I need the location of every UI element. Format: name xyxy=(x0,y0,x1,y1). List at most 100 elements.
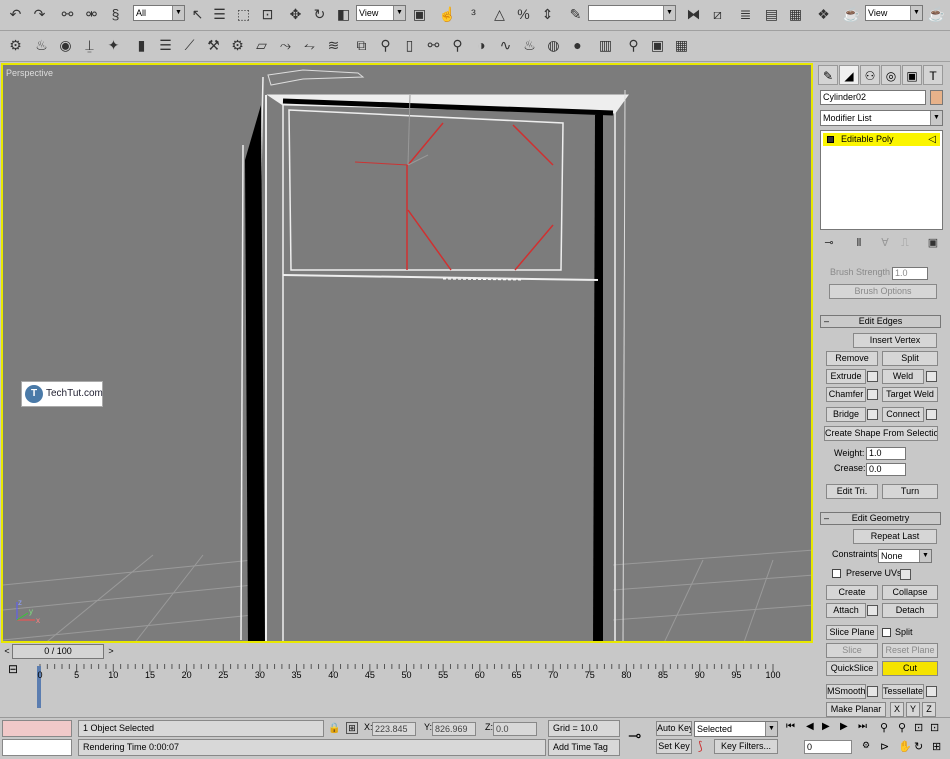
skin-icon[interactable]: ⚲ xyxy=(376,36,395,55)
angle-snap-icon[interactable]: △ xyxy=(490,5,509,24)
preserve-uvs-checkbox[interactable] xyxy=(832,569,841,578)
split-checkbox[interactable] xyxy=(882,628,891,637)
zoom-icon[interactable]: ⚲ xyxy=(880,721,888,734)
crease-spinner[interactable]: 0.0 xyxy=(866,463,906,476)
reset-plane-button[interactable]: Reset Plane xyxy=(882,643,938,658)
zoom-all-icon[interactable]: ⚲ xyxy=(898,721,906,734)
utilities-tab-icon[interactable]: T xyxy=(923,65,943,85)
object-name-field[interactable]: Cylinder02 xyxy=(820,90,926,105)
select-scale-icon[interactable]: ◧ xyxy=(334,5,353,24)
maximize-viewport-icon[interactable]: ⊞ xyxy=(932,740,941,753)
weld-settings-icon[interactable] xyxy=(926,371,937,382)
absolute-mode-icon[interactable]: ⊞ xyxy=(346,722,358,734)
goto-start-icon[interactable]: ⏮ xyxy=(786,721,795,732)
morph-icon[interactable]: ◑ xyxy=(472,36,491,55)
stack-item-editable-poly[interactable]: Editable Poly ◁ xyxy=(823,133,940,146)
extrude-settings-icon[interactable] xyxy=(867,371,878,382)
time-slider-next[interactable]: > xyxy=(106,644,116,659)
make-planar-button[interactable]: Make Planar xyxy=(826,702,886,717)
selection-filter-dropdown[interactable]: All ▼ xyxy=(133,5,185,21)
chamfer-settings-icon[interactable] xyxy=(867,389,878,400)
create-shape-button[interactable]: Create Shape From Selection xyxy=(824,426,938,441)
motion-tab-icon[interactable]: ◎ xyxy=(881,65,901,85)
spline-icon[interactable]: ∿ xyxy=(496,36,515,55)
pin-stack-icon[interactable]: ⊸ xyxy=(822,235,836,251)
connect-settings-icon[interactable] xyxy=(926,409,937,420)
biped-icon[interactable]: ⚲ xyxy=(448,36,467,55)
insert-vertex-button[interactable]: Insert Vertex xyxy=(853,333,937,348)
rectangular-selection-icon[interactable]: ⬚ xyxy=(234,5,253,24)
shirt-icon[interactable]: ♨ xyxy=(32,36,51,55)
quick-render-icon[interactable]: ☕ xyxy=(927,5,946,24)
maxscript-listener-field[interactable] xyxy=(2,720,72,737)
add-time-tag-button[interactable]: Add Time Tag xyxy=(548,739,620,756)
material-editor-icon[interactable]: ❖ xyxy=(814,5,833,24)
wave-icon[interactable]: ≋ xyxy=(324,36,343,55)
percent-snap-icon[interactable]: % xyxy=(514,5,533,24)
maxscript-output-field[interactable] xyxy=(2,739,72,756)
brush-options-button[interactable]: Brush Options xyxy=(829,284,937,299)
make-unique-icon[interactable]: ∀ xyxy=(878,235,892,251)
select-link-icon[interactable]: ⚯ xyxy=(58,5,77,24)
split-button[interactable]: Split xyxy=(882,351,938,366)
select-by-name-icon[interactable]: ☰ xyxy=(210,5,229,24)
weld-button[interactable]: Weld xyxy=(882,369,924,384)
bend-icon[interactable]: ⤳ xyxy=(276,36,295,55)
preserve-uvs-settings-icon[interactable] xyxy=(900,569,911,580)
track-bar[interactable]: ⊟ 0 5 10 15 20 25 30 35 40 45 50 55 60 65 70 75 80 85 90 95… xyxy=(0,660,816,710)
remove-modifier-icon[interactable]: ⎍ xyxy=(898,235,912,251)
hierarchy-tab-icon[interactable]: ⚇ xyxy=(860,65,880,85)
slice-button[interactable]: Slice xyxy=(826,643,878,658)
set-key-button[interactable]: Set Key xyxy=(656,739,692,754)
goto-end-icon[interactable]: ⏭ xyxy=(858,721,867,732)
x-coord-field[interactable]: 223.845 xyxy=(372,722,416,736)
manipulate-icon[interactable]: ☝ xyxy=(438,5,457,24)
align-icon[interactable]: ⧄ xyxy=(708,5,727,24)
bridge-button[interactable]: Bridge xyxy=(826,407,866,422)
window-crossing-icon[interactable]: ⊡ xyxy=(258,5,277,24)
weight-spinner[interactable]: 1.0 xyxy=(866,447,906,460)
mirror-icon[interactable]: ⧓ xyxy=(684,5,703,24)
current-frame-field[interactable]: 0 xyxy=(804,740,852,754)
show-end-result-icon[interactable]: Ⅱ xyxy=(852,235,866,251)
spinner-snap-icon[interactable]: ⇕ xyxy=(538,5,557,24)
create-tab-icon[interactable]: ✎ xyxy=(818,65,838,85)
tool-icon[interactable]: ⚙ xyxy=(6,36,25,55)
constraints-dropdown[interactable]: None ▼ xyxy=(878,549,932,563)
plane-icon[interactable]: ⏥ xyxy=(252,36,271,55)
create-button[interactable]: Create xyxy=(826,585,878,600)
globe-icon[interactable]: ◍ xyxy=(544,36,563,55)
schematic-view-icon[interactable]: ▦ xyxy=(786,5,805,24)
selection-set-dropdown[interactable]: Selected ▼ xyxy=(694,721,778,737)
field-of-view-icon[interactable]: ⊳ xyxy=(880,740,889,753)
brush-strength-spinner[interactable]: 1.0 xyxy=(892,267,928,280)
edit-geometry-rollout-title[interactable]: – Edit Geometry xyxy=(820,512,941,525)
auto-key-button[interactable]: Auto Key xyxy=(656,721,692,736)
y-coord-field[interactable]: 826.969 xyxy=(432,722,476,736)
slice-plane-button[interactable]: Slice Plane xyxy=(826,625,878,640)
notebook-icon[interactable]: ▥ xyxy=(596,36,615,55)
stack-icon[interactable]: ☰ xyxy=(156,36,175,55)
object-color-swatch[interactable] xyxy=(930,90,943,105)
time-slider-prev[interactable]: < xyxy=(2,644,12,659)
time-slider[interactable]: 0 / 100 xyxy=(12,644,104,659)
cut-button[interactable]: Cut xyxy=(882,661,938,676)
next-frame-icon[interactable]: ▶ xyxy=(840,721,848,732)
prev-frame-icon[interactable]: ◀ xyxy=(806,721,814,732)
edit-named-selection-icon[interactable]: ✎ xyxy=(566,5,585,24)
planar-x-button[interactable]: X xyxy=(890,702,904,717)
bind-spacewarp-icon[interactable]: § xyxy=(106,5,125,24)
planar-z-button[interactable]: Z xyxy=(922,702,936,717)
z-coord-field[interactable]: 0.0 xyxy=(493,722,537,736)
sphere-icon[interactable]: ◉ xyxy=(56,36,75,55)
planar-y-button[interactable]: Y xyxy=(906,702,920,717)
select-move-icon[interactable]: ✥ xyxy=(286,5,305,24)
arc-rotate-icon[interactable]: ↻ xyxy=(914,740,923,753)
detach-button[interactable]: Detach xyxy=(882,603,938,618)
tube-icon[interactable]: ⟋ xyxy=(180,36,199,55)
collapse-button[interactable]: Collapse xyxy=(882,585,938,600)
msmooth-button[interactable]: MSmooth xyxy=(826,684,866,699)
edit-tri-button[interactable]: Edit Tri. xyxy=(826,484,878,499)
undo-icon[interactable]: ↶ xyxy=(6,5,25,24)
zoom-tool-icon[interactable]: ⚲ xyxy=(624,36,643,55)
